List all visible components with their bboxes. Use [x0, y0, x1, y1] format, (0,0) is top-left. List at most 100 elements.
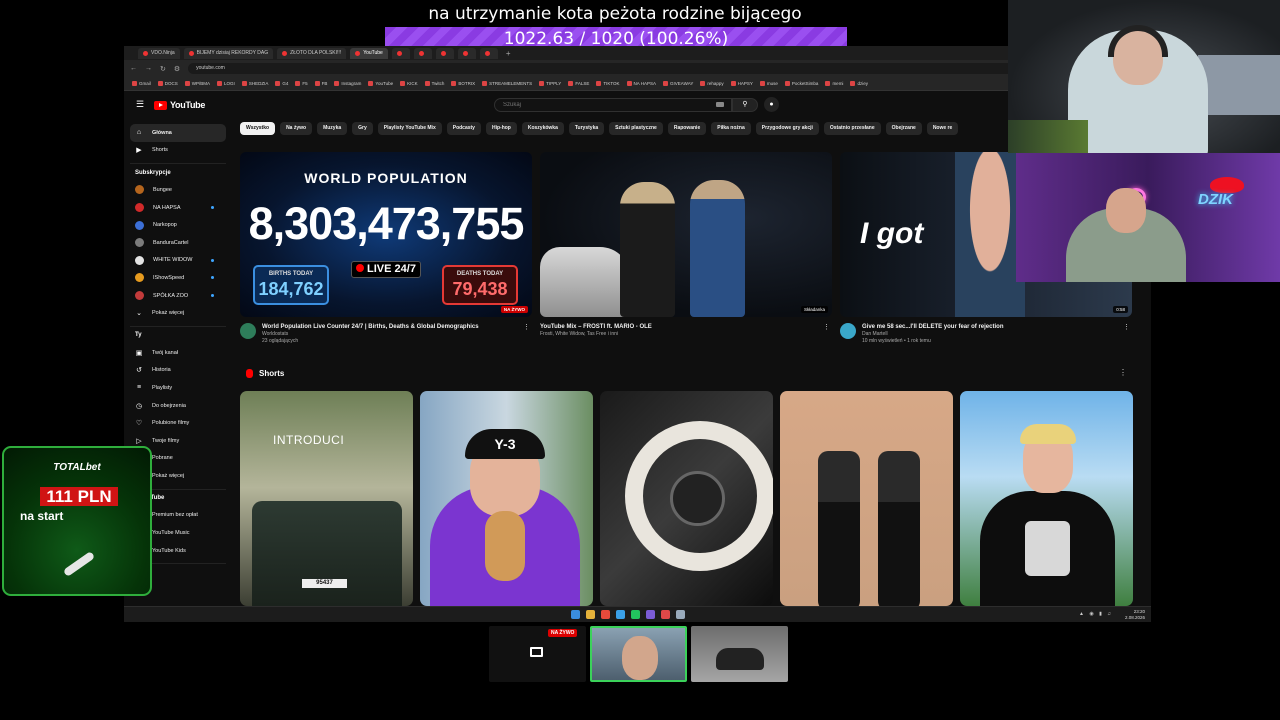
- category-chip[interactable]: Przygodowe gry akcji: [755, 122, 819, 135]
- bookmark-item[interactable]: FALSE: [568, 81, 589, 86]
- you-heading[interactable]: Ty: [130, 325, 226, 344]
- video-thumbnail[interactable]: WORLD POPULATION 8,303,473,755 BIRTHS TO…: [240, 152, 532, 317]
- bookmark-item[interactable]: muse: [759, 81, 778, 86]
- more-options-icon[interactable]: ⋮: [1119, 368, 1127, 377]
- category-chip[interactable]: Muzyka: [317, 122, 348, 135]
- more-options-icon[interactable]: ⋮: [523, 323, 530, 331]
- back-icon[interactable]: ←: [130, 65, 137, 72]
- bookmark-item[interactable]: F5: [295, 81, 308, 86]
- video-card-youtube-mix[interactable]: Składanka YouTube Mix – FROSTI ft. MARIO…: [540, 152, 832, 338]
- video-thumbnail[interactable]: Składanka: [540, 152, 832, 317]
- scene-car[interactable]: [691, 626, 788, 682]
- scene-screen[interactable]: NA ŻYWO: [489, 626, 586, 682]
- sidebar-item[interactable]: ▶ Shorts: [130, 142, 226, 160]
- category-chip[interactable]: Nowe re: [926, 122, 959, 135]
- scene-camera[interactable]: [590, 626, 687, 682]
- browser-tab[interactable]: ZŁOTO DLA POLSKI!!!: [277, 47, 347, 59]
- site-info-icon[interactable]: ⚙: [174, 65, 180, 73]
- subscription-item[interactable]: Narkopop: [130, 216, 226, 234]
- bookmark-item[interactable]: Instagram: [334, 81, 361, 86]
- taskbar-clock[interactable]: 23:20 2.08.2026: [1125, 609, 1145, 621]
- short-card[interactable]: [600, 391, 773, 606]
- browser-tab[interactable]: [413, 47, 432, 59]
- category-chip[interactable]: Turystyka: [568, 122, 605, 135]
- taskbar-app-icon[interactable]: [676, 610, 685, 619]
- browser-tab[interactable]: [479, 47, 498, 59]
- bookmark-item[interactable]: BOTRIX: [451, 81, 475, 86]
- browser-tab[interactable]: VDO.Ninja: [138, 47, 180, 59]
- category-chip[interactable]: Koszykówka: [521, 122, 564, 135]
- browser-tab[interactable]: [457, 47, 476, 59]
- bookmark-item[interactable]: memi: [825, 81, 843, 86]
- channel-name[interactable]: Worldostats: [262, 331, 517, 338]
- taskbar-app-icon[interactable]: [631, 610, 640, 619]
- new-tab-button[interactable]: +: [506, 49, 511, 58]
- channel-avatar[interactable]: [240, 323, 256, 339]
- short-card[interactable]: [960, 391, 1133, 606]
- search-input[interactable]: [494, 98, 732, 112]
- bookmark-item[interactable]: YouTube: [368, 81, 393, 86]
- sidebar-item[interactable]: ≡ Playlisty: [130, 379, 226, 397]
- category-chip[interactable]: Wszystko: [240, 122, 276, 135]
- category-chip[interactable]: Obejrzane: [885, 122, 922, 135]
- category-chip[interactable]: Rapowanie: [667, 122, 707, 135]
- short-card[interactable]: Y-3: [420, 391, 593, 606]
- youtube-logo[interactable]: YouTube: [154, 100, 205, 110]
- sidebar-item[interactable]: ◷ Do obejrzenia: [130, 397, 226, 415]
- category-chip[interactable]: Na żywo: [280, 122, 313, 135]
- browser-tab[interactable]: YouTube: [350, 47, 388, 59]
- category-chip[interactable]: Hip-hop: [485, 122, 517, 135]
- short-card[interactable]: INTRODUCI 95437: [240, 391, 413, 606]
- subscription-item[interactable]: Bungee: [130, 181, 226, 199]
- category-chip[interactable]: Piłka nożna: [711, 122, 751, 135]
- search-button[interactable]: ⚲: [732, 98, 758, 112]
- menu-icon[interactable]: ☰: [136, 100, 144, 109]
- keyboard-icon[interactable]: [716, 102, 724, 107]
- category-chip[interactable]: Podcasty: [446, 122, 481, 135]
- browser-tab[interactable]: [391, 47, 410, 59]
- bookmark-item[interactable]: WP/BMA: [184, 81, 210, 86]
- show-more-subscriptions[interactable]: ⌄ Pokaż więcej: [130, 304, 226, 322]
- address-input[interactable]: youtube.com: [188, 63, 1049, 74]
- channel-avatar[interactable]: [840, 323, 856, 339]
- bookmark-item[interactable]: dziey: [850, 81, 868, 86]
- bookmark-item[interactable]: rehappy: [700, 81, 724, 86]
- subscriptions-heading[interactable]: Subskrypcje: [130, 163, 226, 181]
- channel-name[interactable]: Dan Martell: [862, 331, 1117, 338]
- video-card-world-population[interactable]: WORLD POPULATION 8,303,473,755 BIRTHS TO…: [240, 152, 532, 345]
- taskbar-app-icon[interactable]: [571, 610, 580, 619]
- sidebar-item[interactable]: ♡ Polubione filmy: [130, 414, 226, 432]
- short-card[interactable]: [780, 391, 953, 606]
- bookmark-item[interactable]: Twitch: [424, 81, 444, 86]
- voice-search-button[interactable]: ●: [764, 97, 779, 112]
- taskbar-app-icon[interactable]: [616, 610, 625, 619]
- category-chip[interactable]: Gry: [352, 122, 373, 135]
- more-options-icon[interactable]: ⋮: [1123, 323, 1130, 331]
- subscription-item[interactable]: SPÓŁKA ZOO: [130, 287, 226, 305]
- video-title[interactable]: World Population Live Counter 24/7 | Bir…: [262, 323, 517, 331]
- video-title[interactable]: Give me 58 sec...I'll DELETE your fear o…: [862, 323, 1117, 331]
- bookmark-item[interactable]: SHEDZIA: [241, 81, 268, 86]
- browser-tab[interactable]: BIJEMY dzisiaj REKORDY DAG: [183, 47, 274, 59]
- bookmark-item[interactable]: TIPPLY: [539, 81, 561, 86]
- bookmark-item[interactable]: GIVEAWAY: [663, 81, 693, 86]
- forward-icon[interactable]: →: [145, 65, 152, 72]
- system-tray[interactable]: ▲ ◉ ▮ ♫: [1079, 611, 1113, 617]
- video-title[interactable]: YouTube Mix – FROSTI ft. MARIO - OLE: [540, 323, 815, 331]
- bookmark-item[interactable]: G4: [275, 81, 288, 86]
- taskbar-app-icon[interactable]: [646, 610, 655, 619]
- channel-name[interactable]: Frosti, White Widow, Tas Free i inni: [540, 331, 815, 338]
- subscription-item[interactable]: IShowSpeed: [130, 269, 226, 287]
- taskbar-app-icon[interactable]: [586, 610, 595, 619]
- bookmark-item[interactable]: DOCS: [157, 81, 178, 86]
- taskbar-app-icon[interactable]: [661, 610, 670, 619]
- sidebar-item[interactable]: ↺ Historia: [130, 362, 226, 380]
- category-chip[interactable]: Sztuki plastyczne: [609, 122, 663, 135]
- bookmark-item[interactable]: TIKTOK: [596, 81, 620, 86]
- sidebar-item[interactable]: ▣ Twój kanał: [130, 344, 226, 362]
- bookmark-item[interactable]: PocketSimba: [784, 81, 818, 86]
- bookmark-item[interactable]: Gmail: [132, 81, 151, 86]
- bookmark-item[interactable]: FB: [314, 81, 327, 86]
- category-chip[interactable]: Playlisty YouTube Mix: [377, 122, 442, 135]
- bookmark-item[interactable]: NA HAPSA: [626, 81, 656, 86]
